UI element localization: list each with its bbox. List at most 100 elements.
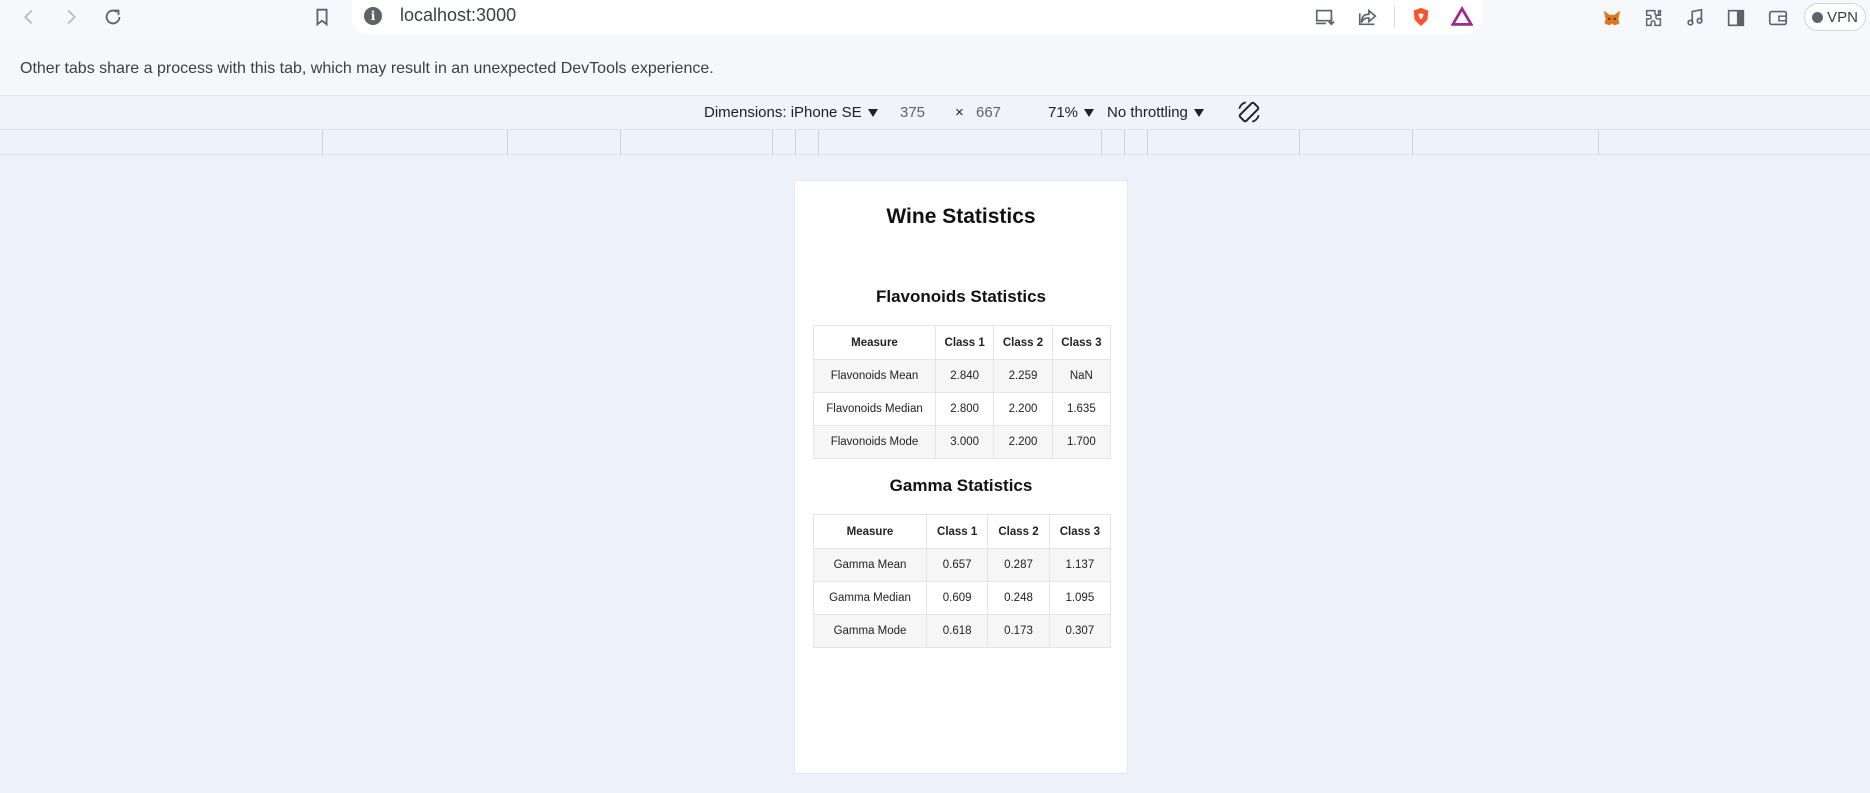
reload-button[interactable] bbox=[98, 2, 128, 32]
value-cell: 2.259 bbox=[993, 359, 1053, 393]
table-row: Flavonoids Median 2.800 2.200 1.635 bbox=[813, 392, 1112, 426]
column-header: Class 3 bbox=[1051, 325, 1112, 360]
ruler-marker[interactable] bbox=[620, 130, 621, 155]
install-app-icon bbox=[1315, 9, 1335, 26]
sidebar-icon bbox=[1727, 9, 1745, 27]
throttling-dropdown[interactable]: No throttling bbox=[1107, 104, 1204, 121]
table-header-row: Measure Class 1 Class 2 Class 3 bbox=[813, 325, 1112, 360]
devtools-warning-bar: Other tabs share a process with this tab… bbox=[0, 40, 1870, 96]
vpn-label: VPN bbox=[1827, 8, 1858, 26]
measure-cell: Gamma Median bbox=[813, 581, 927, 615]
column-header: Class 1 bbox=[934, 325, 995, 360]
ruler-marker[interactable] bbox=[818, 130, 819, 155]
value-cell: 1.137 bbox=[1048, 548, 1112, 582]
throttling-label: No throttling bbox=[1107, 104, 1188, 121]
ruler-marker[interactable] bbox=[322, 130, 323, 155]
extensions-icon bbox=[1645, 9, 1662, 27]
media-controls-button[interactable] bbox=[1681, 4, 1709, 32]
vpn-status-icon bbox=[1812, 11, 1824, 23]
height-input[interactable]: 667 bbox=[976, 104, 1001, 121]
vpn-button[interactable]: VPN bbox=[1804, 3, 1866, 31]
brave-rewards-icon bbox=[1451, 6, 1473, 26]
wallet-icon bbox=[1768, 10, 1788, 26]
browser-toolbar: i localhost:3000 VPN bbox=[0, 0, 1870, 40]
value-cell: 2.800 bbox=[934, 392, 995, 426]
flavonoids-heading: Flavonoids Statistics bbox=[875, 287, 1047, 306]
table-row: Flavonoids Mode 3.000 2.200 1.700 bbox=[813, 425, 1112, 459]
share-button[interactable] bbox=[1355, 4, 1381, 30]
ruler-marker[interactable] bbox=[1598, 130, 1599, 155]
measure-cell: Flavonoids Median bbox=[813, 392, 936, 426]
bookmark-button[interactable] bbox=[307, 2, 337, 32]
reload-icon bbox=[105, 9, 121, 25]
width-input[interactable]: 375 bbox=[900, 104, 925, 121]
measure-cell: Flavonoids Mode bbox=[813, 425, 936, 459]
flavonoids-table: Measure Class 1 Class 2 Class 3 Flavonoi… bbox=[813, 325, 1112, 459]
ruler-marker[interactable] bbox=[1412, 130, 1413, 155]
brave-rewards-button[interactable] bbox=[1449, 4, 1475, 30]
value-cell: 0.287 bbox=[987, 548, 1050, 582]
measure-cell: Gamma Mean bbox=[813, 548, 927, 582]
device-toolbar: Dimensions: iPhone SE 375 × 667 71% No t… bbox=[0, 96, 1870, 130]
column-header: Measure bbox=[813, 325, 936, 360]
install-app-button[interactable] bbox=[1312, 4, 1338, 30]
gamma-table: Measure Class 1 Class 2 Class 3 Gamma Me… bbox=[813, 514, 1112, 648]
value-cell: 2.200 bbox=[993, 425, 1053, 459]
caret-down-icon bbox=[867, 108, 878, 117]
value-cell: 2.200 bbox=[993, 392, 1053, 426]
value-cell: 0.609 bbox=[925, 581, 989, 615]
gamma-heading: Gamma Statistics bbox=[889, 476, 1033, 495]
value-cell: 0.307 bbox=[1048, 614, 1112, 648]
rotate-icon[interactable] bbox=[1236, 99, 1262, 125]
ruler-marker[interactable] bbox=[1124, 130, 1125, 155]
caret-down-icon bbox=[1193, 108, 1204, 117]
forward-icon bbox=[67, 9, 76, 25]
zoom-dropdown[interactable]: 71% bbox=[1048, 104, 1095, 121]
value-cell: NaN bbox=[1051, 359, 1112, 393]
measure-cell: Gamma Mode bbox=[813, 614, 927, 648]
dimensions-label: Dimensions: iPhone SE bbox=[704, 104, 862, 121]
device-screen: Wine Statistics Flavonoids Statistics Me… bbox=[794, 180, 1128, 774]
ruler-marker[interactable] bbox=[1147, 130, 1148, 155]
value-cell: 0.173 bbox=[987, 614, 1050, 648]
table-row: Gamma Mean 0.657 0.287 1.137 bbox=[813, 548, 1112, 582]
metamask-icon bbox=[1603, 10, 1621, 26]
caret-down-icon bbox=[1084, 108, 1095, 117]
times-symbol: × bbox=[955, 104, 964, 121]
media-query-ruler bbox=[0, 130, 1870, 155]
value-cell: 0.618 bbox=[925, 614, 989, 648]
column-header: Class 3 bbox=[1048, 514, 1112, 549]
extensions-button[interactable] bbox=[1640, 4, 1668, 32]
ruler-marker[interactable] bbox=[1299, 130, 1300, 155]
ruler-marker[interactable] bbox=[507, 130, 508, 155]
value-cell: 2.840 bbox=[934, 359, 995, 393]
address-bar[interactable]: i localhost:3000 bbox=[352, 0, 1482, 34]
ruler-marker[interactable] bbox=[795, 130, 796, 155]
table-header-row: Measure Class 1 Class 2 Class 3 bbox=[813, 514, 1112, 549]
forward-button[interactable] bbox=[56, 2, 86, 32]
metamask-button[interactable] bbox=[1598, 4, 1626, 32]
wallet-button[interactable] bbox=[1764, 4, 1792, 32]
page-title: Wine Statistics bbox=[886, 205, 1036, 228]
column-header: Class 1 bbox=[925, 514, 989, 549]
value-cell: 1.700 bbox=[1051, 425, 1112, 459]
table-row: Gamma Median 0.609 0.248 1.095 bbox=[813, 581, 1112, 615]
brave-shields-button[interactable] bbox=[1408, 4, 1434, 30]
separator bbox=[1394, 6, 1395, 28]
brave-shields-icon bbox=[1413, 7, 1429, 27]
url-text[interactable]: localhost:3000 bbox=[400, 5, 516, 26]
bookmark-icon bbox=[316, 8, 328, 27]
warning-text: Other tabs share a process with this tab… bbox=[20, 60, 714, 77]
emulated-viewport: Wine Statistics Flavonoids Statistics Me… bbox=[0, 155, 1870, 793]
sidebar-button[interactable] bbox=[1722, 4, 1750, 32]
media-icon bbox=[1687, 8, 1703, 26]
ruler-marker[interactable] bbox=[1101, 130, 1102, 155]
value-cell: 1.095 bbox=[1048, 581, 1112, 615]
back-button[interactable] bbox=[14, 2, 44, 32]
table-row: Gamma Mode 0.618 0.173 0.307 bbox=[813, 614, 1112, 648]
dimensions-dropdown[interactable]: Dimensions: iPhone SE bbox=[704, 104, 878, 121]
site-info-icon[interactable]: i bbox=[364, 7, 382, 25]
table-row: Flavonoids Mean 2.840 2.259 NaN bbox=[813, 359, 1112, 393]
value-cell: 0.657 bbox=[925, 548, 989, 582]
ruler-marker[interactable] bbox=[772, 130, 773, 155]
